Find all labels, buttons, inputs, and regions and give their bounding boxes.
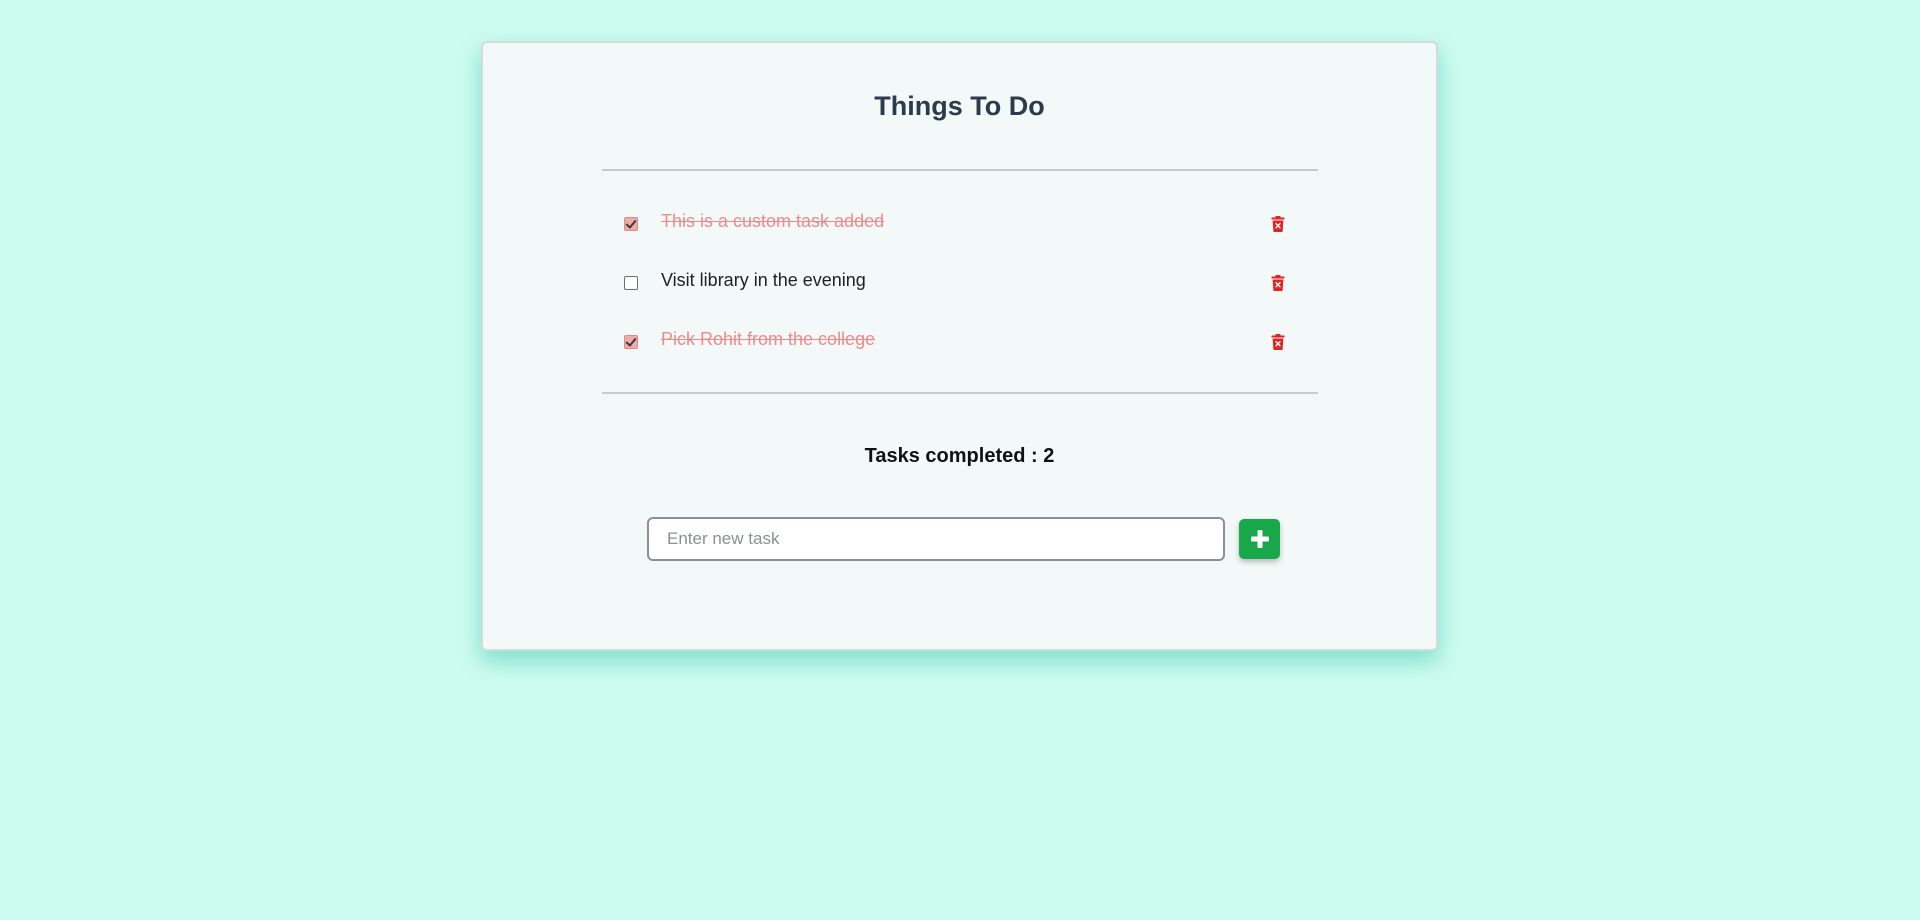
checkmark-icon [625, 217, 637, 229]
task-checkbox[interactable] [624, 335, 638, 349]
task-list: This is a custom task added Visit librar… [602, 203, 1318, 380]
todo-card: Things To Do This is a custom task added… [481, 41, 1438, 651]
task-text: Visit library in the evening [661, 270, 866, 290]
plus-icon [1250, 530, 1269, 548]
new-task-input[interactable] [647, 517, 1225, 561]
trash-icon [1271, 334, 1285, 350]
checkmark-icon [625, 335, 637, 347]
trash-icon [1271, 275, 1285, 291]
trash-icon [1271, 216, 1285, 232]
task-checkbox[interactable] [624, 217, 638, 231]
delete-task-button[interactable] [1271, 334, 1285, 350]
task-text: Pick Rohit from the college [661, 329, 876, 349]
page-title: Things To Do [874, 91, 1045, 121]
top-divider [602, 169, 1318, 171]
task-item: Visit library in the evening [602, 262, 1318, 321]
bottom-divider [602, 392, 1318, 394]
tasks-completed-summary: Tasks completed : 2 [864, 445, 1055, 467]
delete-task-button[interactable] [1271, 216, 1285, 232]
task-item: Pick Rohit from the college [602, 321, 1318, 380]
task-item: This is a custom task added [602, 203, 1318, 262]
task-checkbox[interactable] [624, 276, 638, 290]
task-text: This is a custom task added [661, 211, 885, 231]
add-task-button[interactable] [1239, 519, 1280, 559]
delete-task-button[interactable] [1271, 275, 1285, 291]
